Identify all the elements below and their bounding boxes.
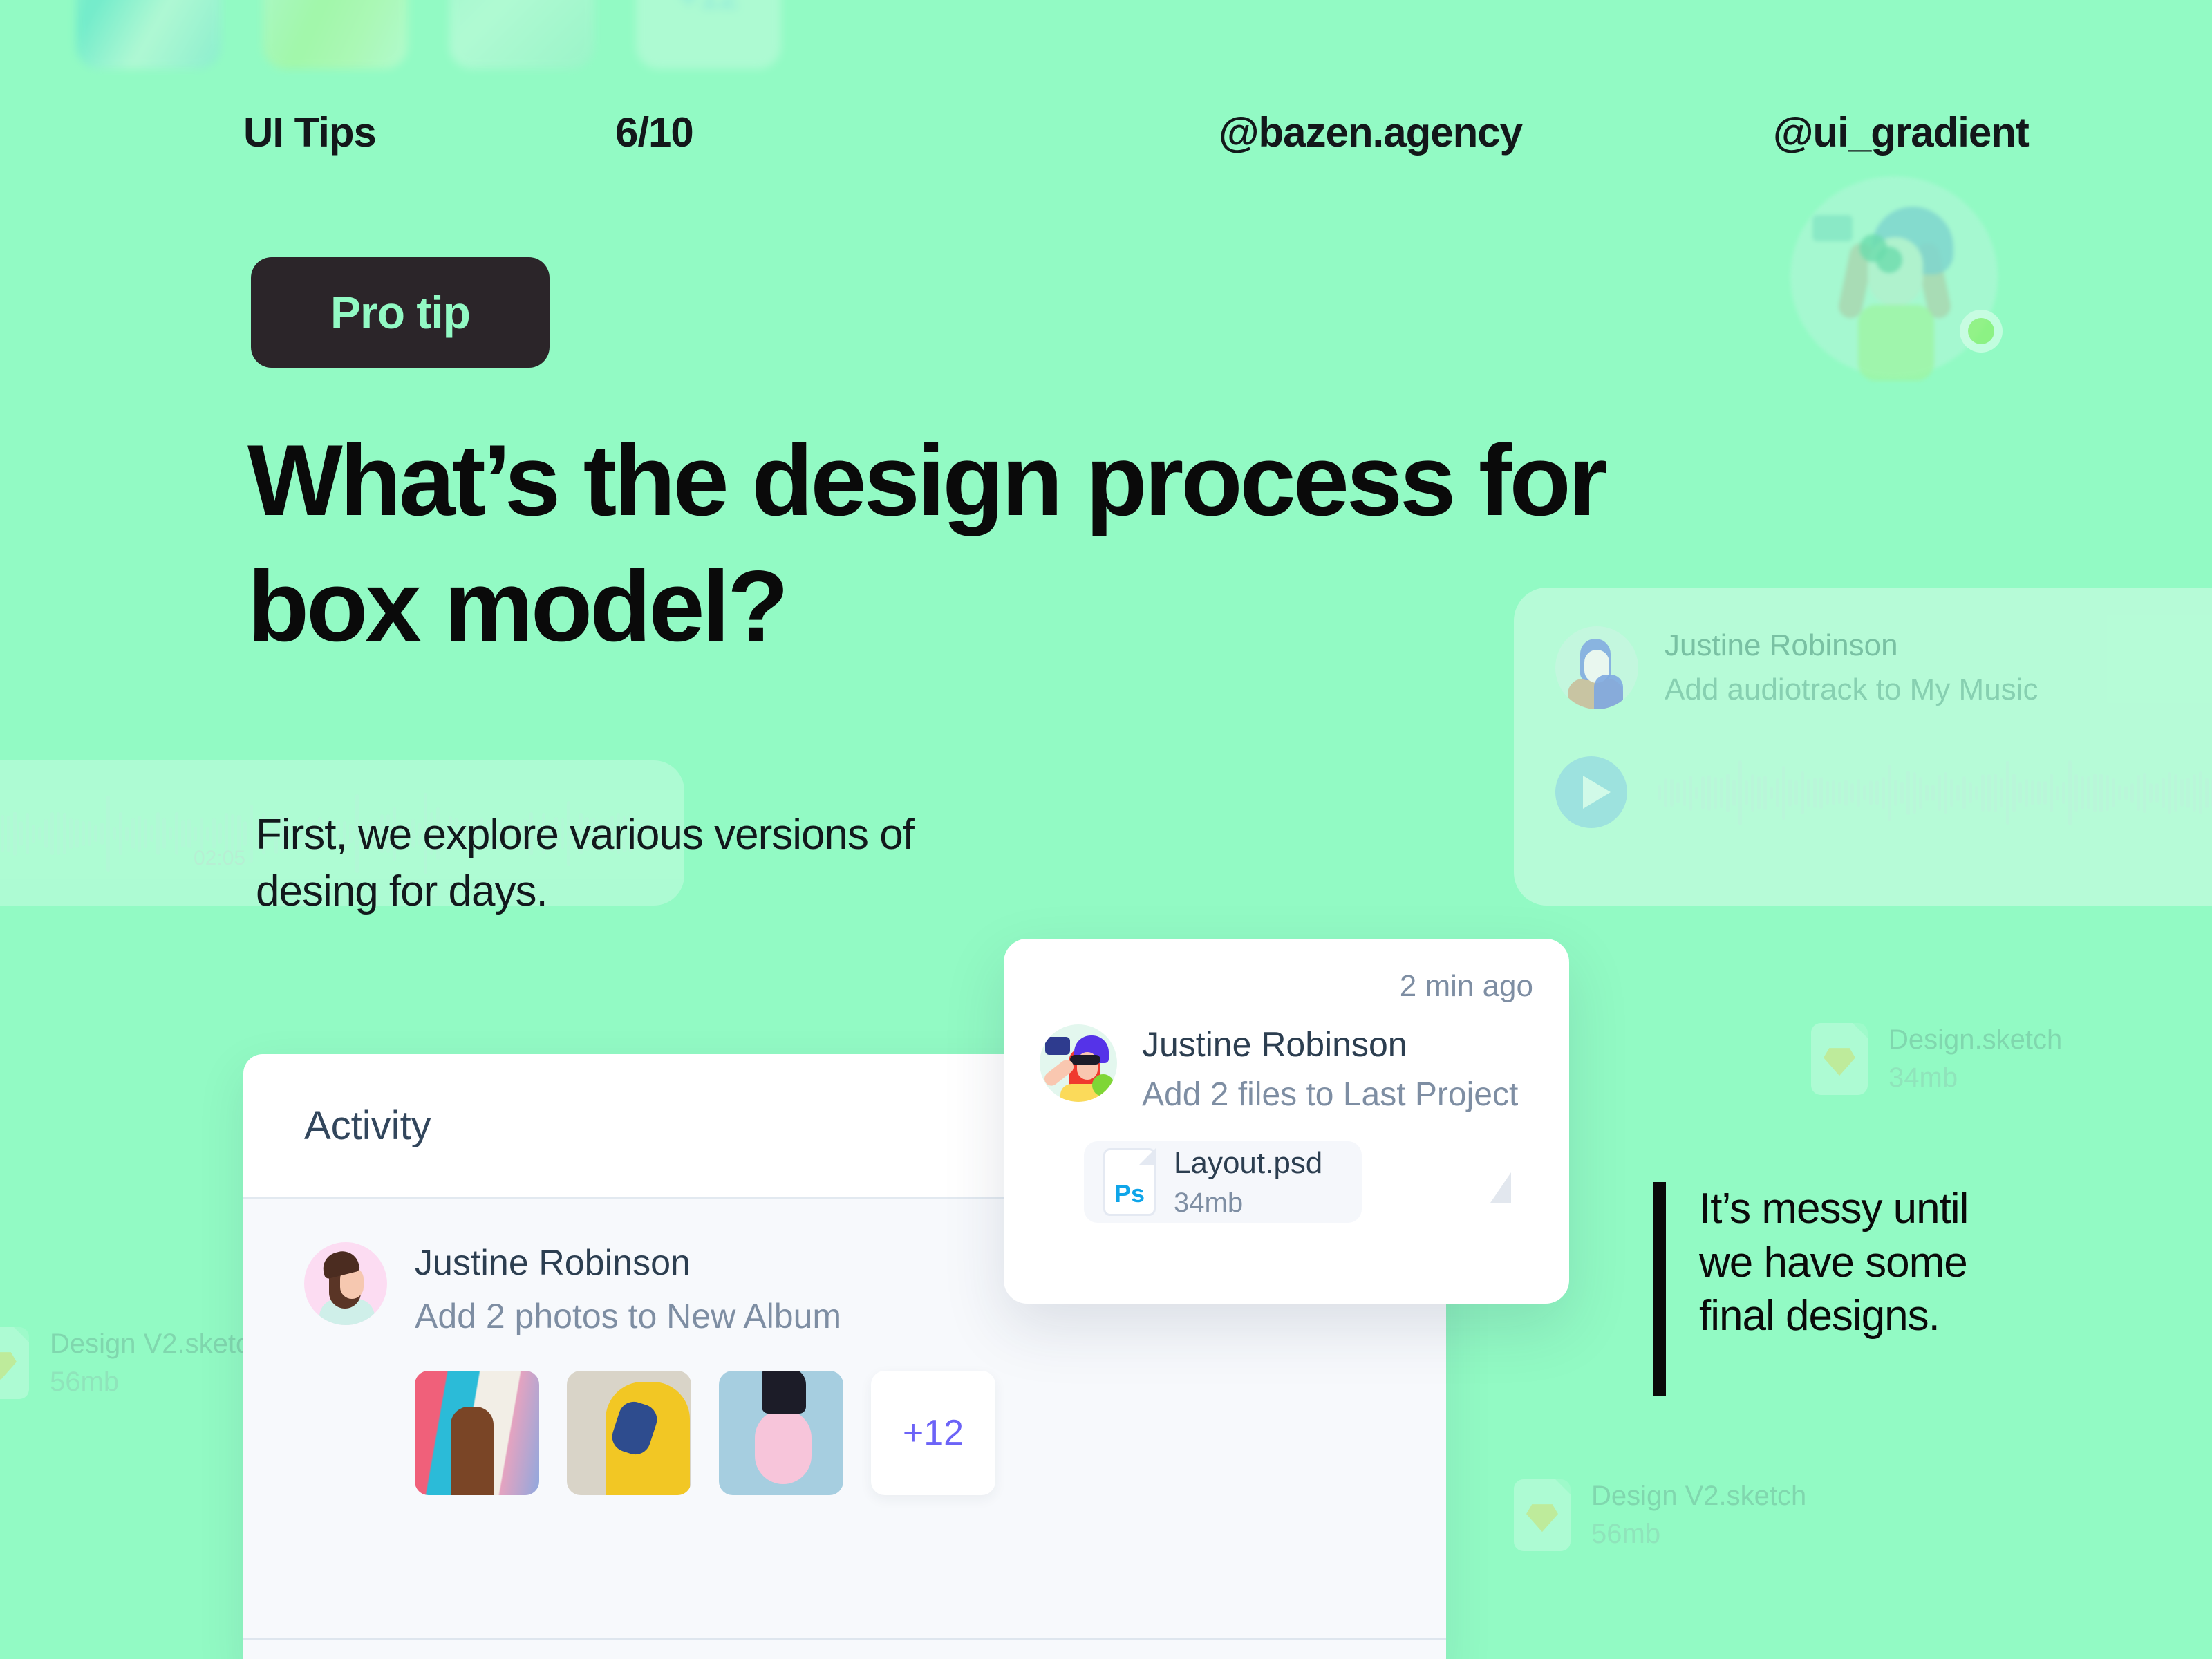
audio-player [1555, 751, 2212, 834]
diamond-icon [1526, 1504, 1558, 1533]
decorative-thumbnail-3 [449, 0, 594, 69]
file-size: 56mb [50, 1367, 120, 1397]
diamond-icon [1824, 1048, 1855, 1076]
notification-user: Justine Robinson [1142, 1025, 1407, 1064]
status-badge [1092, 1074, 1114, 1096]
quote-line-1: It’s messy until [1699, 1185, 1969, 1232]
audio-timestamp: 02:05 [194, 847, 246, 870]
pro-tip-badge: Pro tip [251, 257, 550, 368]
activity-text: Justine Robinson Add 2 photos to New Alb… [415, 1242, 841, 1336]
header-agency-handle[interactable]: @bazen.agency [1219, 105, 1523, 160]
audio-activity-action: Add audiotrack to My Music [1665, 673, 2038, 706]
avatar [1555, 626, 1638, 709]
slide-canvas: +12 UI Tips 6/10 @bazen.agency @ui_gradi… [0, 0, 2212, 1659]
attached-file-meta: Layout.psd 34mb [1174, 1146, 1322, 1219]
file-item[interactable]: Design V2.sketch 56mb [0, 1327, 265, 1399]
attached-file-item[interactable]: Ps Layout.psd 34mb [1084, 1141, 1362, 1223]
notification-text: Justine Robinson Add 2 files to Last Pro… [1142, 1024, 1518, 1114]
quote-text: It’s messy until we have some final desi… [1699, 1182, 1969, 1396]
file-meta: Design V2.sketch 56mb [1591, 1481, 1806, 1550]
quote-line-2: we have some [1699, 1238, 1968, 1286]
subtitle-line-1: First, we explore various versions of [256, 811, 915, 859]
file-item[interactable]: Design.sketch 34mb [1811, 1023, 2062, 1095]
decorative-thumbnail-strip: +12 [76, 0, 781, 69]
decorative-shape [1070, 1055, 1100, 1065]
headline-line-1: What’s the design process for [247, 424, 1608, 536]
decorative-shape [1876, 247, 1902, 273]
audio-activity-row: Justine Robinson Add audiotrack to My Mu… [1555, 626, 2212, 709]
file-name: Design V2.sketch [50, 1329, 265, 1359]
notification-timestamp: 2 min ago [1399, 969, 1533, 1003]
decorative-shape [1858, 305, 1934, 381]
more-photos-button[interactable]: +12 [871, 1371, 995, 1495]
notification-action: Add 2 files to Last Project [1142, 1076, 1519, 1113]
decorative-shape [762, 1371, 806, 1414]
header-counter: 6/10 [615, 109, 694, 156]
attached-file-size: 34mb [1174, 1187, 1244, 1218]
file-meta: Design.sketch 34mb [1888, 1024, 2062, 1094]
decorative-thumbnail-1 [76, 0, 221, 69]
play-icon[interactable] [1555, 756, 1627, 828]
notification-popup: 2 min ago Justine Robinson Add 2 files t… [1004, 939, 1569, 1304]
page-subtitle: First, we explore various versions of de… [256, 809, 1168, 917]
decorative-shape [1968, 318, 1994, 344]
quote-line-3: final designs. [1699, 1292, 1940, 1340]
photo-thumbnail[interactable] [567, 1371, 691, 1495]
decorative-shape [1594, 675, 1623, 709]
avatar [304, 1242, 387, 1325]
audio-activity-card: Justine Robinson Add audiotrack to My Mu… [1514, 588, 2212, 906]
header-gradient-handle[interactable]: @ui_gradient [1773, 105, 2030, 160]
decorative-thumbnail-more: +12 [636, 0, 781, 69]
file-meta: Design V2.sketch 56mb [50, 1329, 265, 1398]
pro-tip-label: Pro tip [330, 287, 471, 338]
quote-accent-bar [1653, 1182, 1666, 1396]
header-title: UI Tips [243, 109, 377, 156]
audio-activity-text: Justine Robinson Add audiotrack to My Mu… [1665, 628, 2038, 707]
file-item[interactable]: Design V2.sketch 56mb [1514, 1479, 1806, 1551]
divider [243, 1638, 1446, 1640]
photoshop-file-label: Ps [1114, 1179, 1145, 1208]
audio-activity-user: Justine Robinson [1665, 628, 1898, 662]
file-size: 34mb [1888, 1062, 1958, 1093]
sketch-file-icon [1514, 1479, 1571, 1551]
diamond-icon [0, 1352, 17, 1380]
cursor-icon [1490, 1172, 1511, 1203]
decorative-shape [1812, 215, 1853, 241]
attached-file-name: Layout.psd [1174, 1145, 1323, 1180]
file-name: Design V2.sketch [1591, 1481, 1807, 1511]
header: UI Tips 6/10 @bazen.agency @ui_gradient [0, 105, 2212, 160]
photoshop-file-icon: Ps [1103, 1148, 1156, 1216]
decorative-shape [608, 1398, 662, 1459]
waveform[interactable] [1658, 751, 2212, 834]
activity-action: Add 2 photos to New Album [415, 1297, 842, 1335]
sketch-file-icon [1811, 1023, 1868, 1095]
notification-row: Justine Robinson Add 2 files to Last Pro… [1040, 1024, 1533, 1114]
subtitle-line-2: desing for days. [256, 867, 548, 915]
file-name: Design.sketch [1888, 1024, 2063, 1055]
decorative-thumbnail-2 [263, 0, 408, 69]
avatar [1040, 1024, 1117, 1102]
activity-card-title: Activity [304, 1103, 431, 1148]
decorative-shape [1045, 1037, 1070, 1055]
decorative-shape [755, 1409, 812, 1484]
photo-thumbnail[interactable] [415, 1371, 539, 1495]
decorative-more-count: +12 [636, 0, 781, 69]
file-size: 56mb [1591, 1519, 1661, 1549]
activity-photo-list: +12 [415, 1371, 1385, 1495]
decorative-status-dot [1960, 310, 2003, 353]
sketch-file-icon [0, 1327, 29, 1399]
pull-quote: It’s messy until we have some final desi… [1653, 1182, 1969, 1396]
photo-thumbnail[interactable] [719, 1371, 843, 1495]
more-photos-count: +12 [902, 1413, 964, 1453]
activity-user: Justine Robinson [415, 1243, 691, 1283]
